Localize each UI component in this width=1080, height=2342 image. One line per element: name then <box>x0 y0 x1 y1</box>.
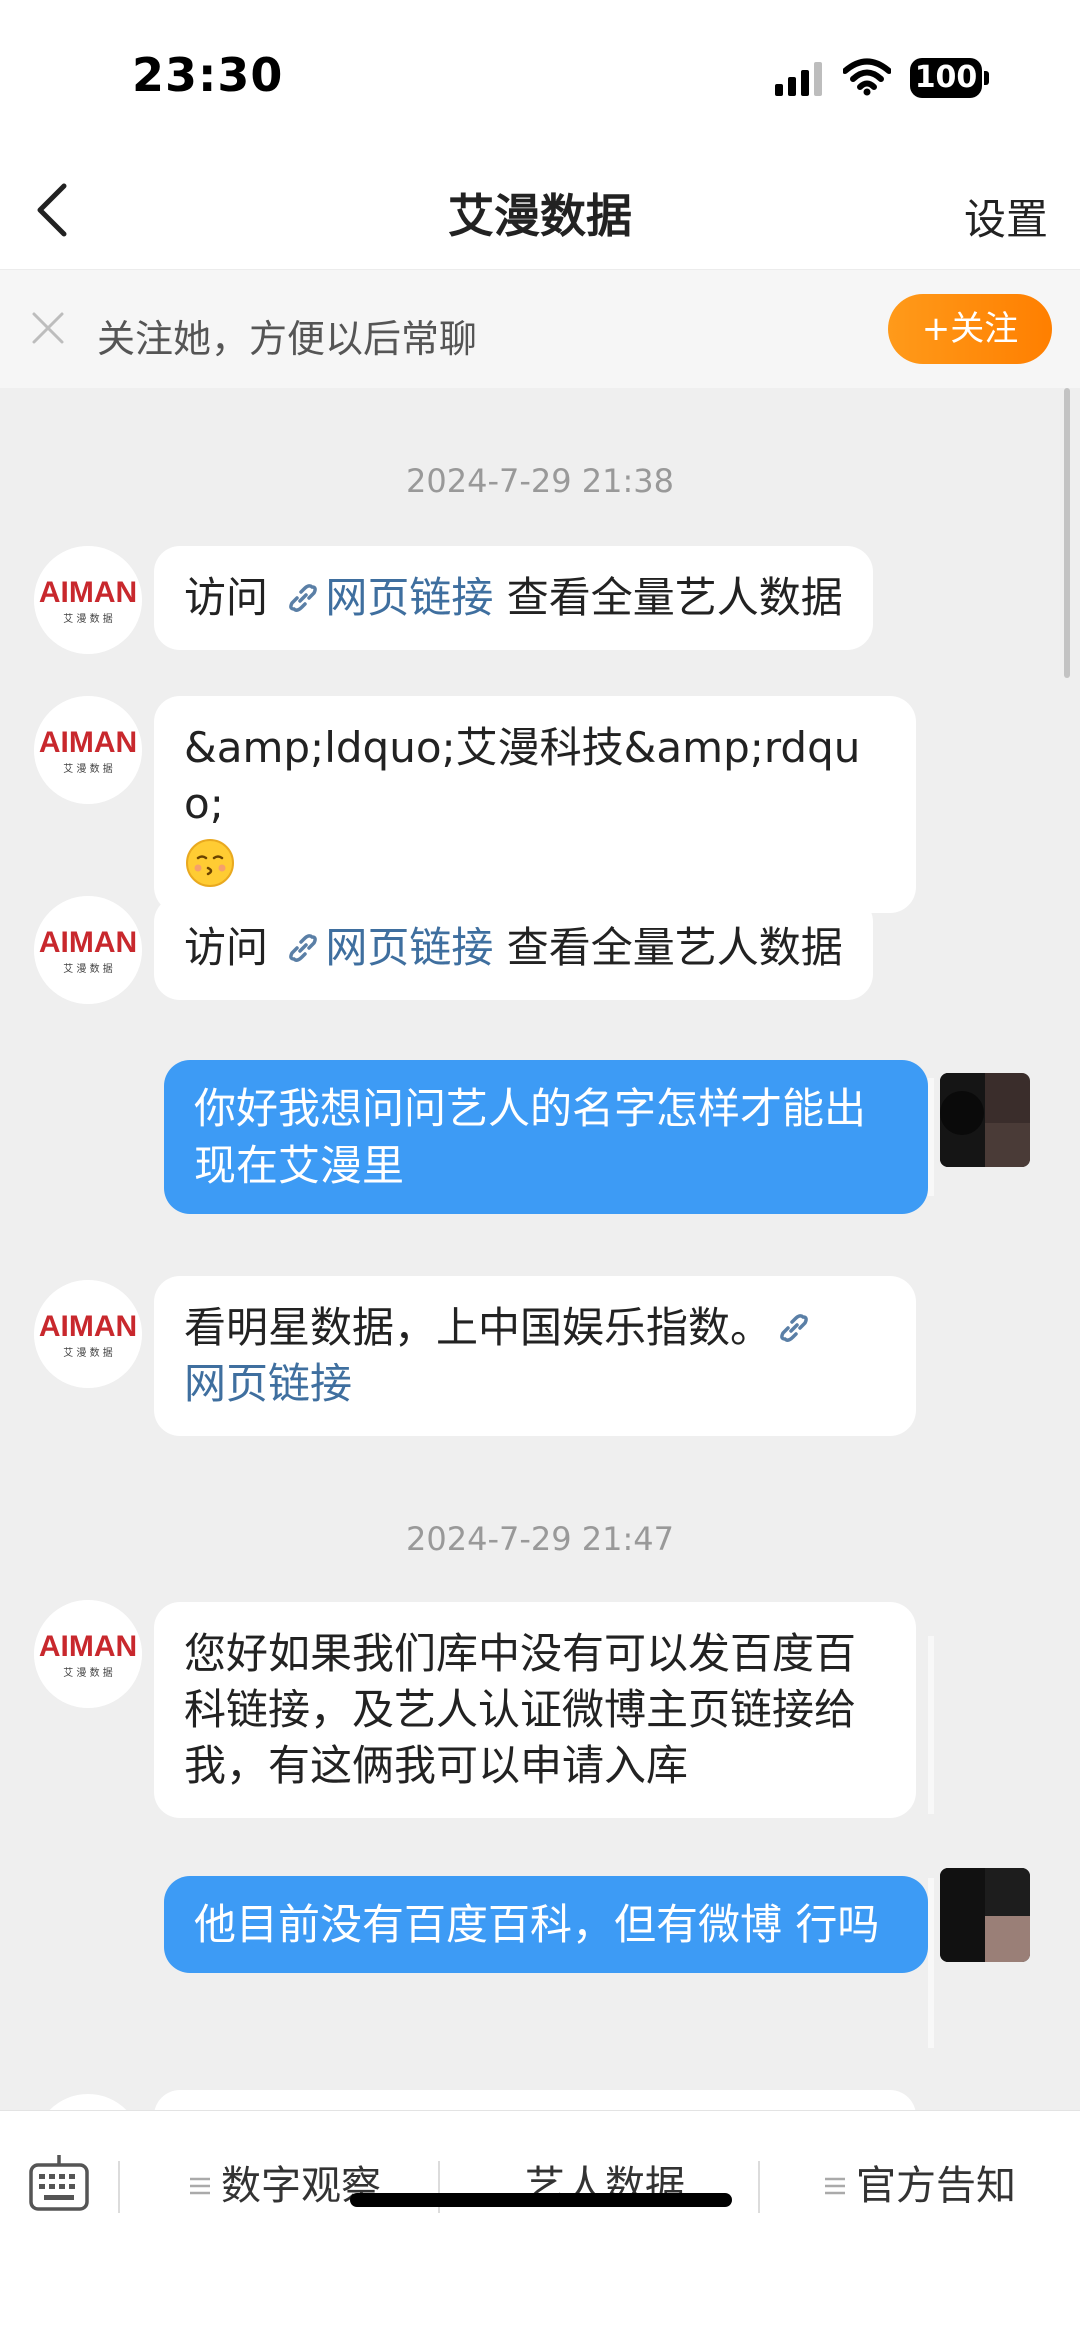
message-text: 查看全量艺人数据 <box>493 573 843 622</box>
menu-label: 官方告知 <box>856 2163 1016 2209</box>
message-text: 你好我想问问艺人的名字怎样才能出现在艾漫里 <box>194 1084 867 1190</box>
chat-area[interactable]: 2024-7-29 21:38 AIMAN 艾 漫 数 据 访问 网页链接 查看… <box>0 388 1080 2110</box>
bot-avatar[interactable] <box>34 2094 142 2110</box>
logo-text: AIMAN <box>39 726 137 759</box>
page-title: 艾漫数据 <box>448 189 632 243</box>
settings-button[interactable]: 设置 <box>964 186 1048 247</box>
message-text: 他目前没有百度百科，但有微博 行吗 <box>194 1900 880 1949</box>
kissing-face-icon <box>186 838 234 887</box>
follow-prompt-text: 关注她，方便以后常聊 <box>97 317 478 361</box>
bot-avatar[interactable]: AIMAN 艾 漫 数 据 <box>34 546 142 654</box>
message-timestamp: 2024-7-29 21:47 <box>406 1520 674 1558</box>
status-bar: 23:30 100 <box>0 0 1080 150</box>
logo-subtext: 艾 漫 数 据 <box>63 1346 113 1359</box>
web-link[interactable]: 网页链接 <box>325 573 493 622</box>
home-indicator <box>350 2193 732 2207</box>
user-avatar[interactable] <box>940 1868 1030 1962</box>
logo-text: AIMAN <box>39 1310 137 1343</box>
message-text: &amp;ldquo;艾漫科技&amp;rdquo; <box>184 723 861 828</box>
bot-avatar[interactable]: AIMAN 艾 漫 数 据 <box>34 896 142 1004</box>
message-bubble <box>154 2090 916 2110</box>
status-time: 23:30 <box>132 48 284 102</box>
menu-digital-observe[interactable]: 数字观察 <box>130 2151 440 2221</box>
message-timestamp: 2024-7-29 21:38 <box>406 462 674 500</box>
user-avatar[interactable] <box>940 1073 1030 1167</box>
web-link[interactable]: 网页链接 <box>325 923 493 972</box>
navigation-bar: 艾漫数据 设置 <box>0 150 1080 270</box>
logo-subtext: 艾 漫 数 据 <box>63 1666 113 1679</box>
keyboard-icon[interactable] <box>28 2153 90 2213</box>
link-icon <box>289 934 318 962</box>
menu-artist-data[interactable]: 艺人数据 <box>450 2151 760 2221</box>
message-bubble: &amp;ldquo;艾漫科技&amp;rdquo; <box>154 696 916 913</box>
battery-level: 100 <box>914 60 978 95</box>
message-bubble: 访问 网页链接 查看全量艺人数据 <box>154 546 873 650</box>
message-text: 查看全量艺人数据 <box>493 923 843 972</box>
wifi-icon <box>843 58 891 96</box>
web-link[interactable]: 网页链接 <box>184 1359 352 1408</box>
user-message-bubble: 他目前没有百度百科，但有微博 行吗 <box>164 1876 928 1973</box>
message-text: 访问 <box>184 573 282 622</box>
bot-avatar[interactable]: AIMAN 艾 漫 数 据 <box>34 696 142 804</box>
menu-lines-icon <box>825 2177 845 2195</box>
scrollbar[interactable] <box>1064 388 1070 678</box>
message-text: 您好如果我们库中没有可以发百度百科链接，及艺人认证微博主页链接给我，有这俩我可以… <box>184 1629 857 1790</box>
message-text: 看明星数据，上中国娱乐指数。 <box>184 1303 773 1352</box>
follow-banner: 关注她，方便以后常聊 +关注 <box>0 270 1080 388</box>
message-bubble: 您好如果我们库中没有可以发百度百科链接，及艺人认证微博主页链接给我，有这俩我可以… <box>154 1602 916 1818</box>
logo-subtext: 艾 漫 数 据 <box>63 962 113 975</box>
menu-lines-icon <box>190 2177 210 2195</box>
logo-text: AIMAN <box>39 1630 137 1663</box>
message-bubble: 访问 网页链接 查看全量艺人数据 <box>154 896 873 1000</box>
logo-text: AIMAN <box>39 576 137 609</box>
bot-avatar[interactable]: AIMAN 艾 漫 数 据 <box>34 1280 142 1388</box>
battery-indicator: 100 <box>910 58 990 98</box>
logo-text: AIMAN <box>39 926 137 959</box>
close-icon[interactable] <box>30 310 66 346</box>
follow-button[interactable]: +关注 <box>888 294 1052 364</box>
bottom-menu-bar: 数字观察 艺人数据 官方告知 <box>0 2110 1080 2342</box>
logo-subtext: 艾 漫 数 据 <box>63 762 113 775</box>
link-icon <box>780 1314 808 1342</box>
message-bubble: 看明星数据，上中国娱乐指数。 网页链接 <box>154 1276 916 1436</box>
signal-icon <box>775 62 822 96</box>
menu-official-notice[interactable]: 官方告知 <box>770 2151 1070 2221</box>
logo-subtext: 艾 漫 数 据 <box>63 612 113 625</box>
link-icon <box>289 584 318 612</box>
bot-avatar[interactable]: AIMAN 艾 漫 数 据 <box>34 1600 142 1708</box>
user-message-bubble: 你好我想问问艺人的名字怎样才能出现在艾漫里 <box>164 1060 928 1214</box>
message-text: 访问 <box>184 923 282 972</box>
